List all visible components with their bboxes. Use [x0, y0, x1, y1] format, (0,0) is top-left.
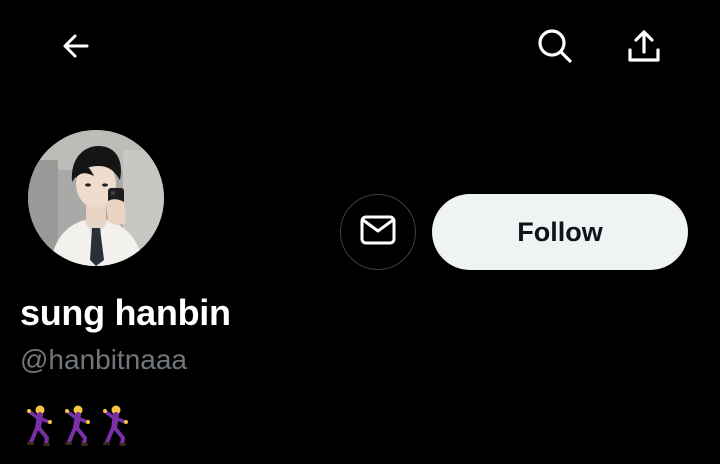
message-button[interactable] — [340, 194, 416, 270]
arrow-left-icon — [60, 30, 92, 62]
search-icon — [536, 27, 574, 65]
envelope-icon — [360, 214, 396, 251]
bio — [22, 404, 134, 452]
back-button[interactable] — [50, 20, 102, 72]
profile-photo — [28, 130, 164, 266]
follow-button[interactable]: Follow — [432, 194, 688, 270]
user-handle: @hanbitnaaa — [20, 344, 188, 375]
share-upload-icon — [626, 28, 662, 64]
man-dancing-emoji — [103, 405, 128, 446]
avatar[interactable] — [28, 130, 164, 266]
man-dancing-emoji — [27, 405, 52, 446]
man-dancing-emoji — [65, 405, 90, 446]
search-button[interactable] — [529, 20, 581, 72]
display-name: sung hanbin — [20, 292, 231, 333]
follow-label: Follow — [517, 216, 603, 247]
share-button[interactable] — [618, 20, 670, 72]
profile-page: Follow sung hanbin @hanbitnaaa — [0, 0, 720, 464]
